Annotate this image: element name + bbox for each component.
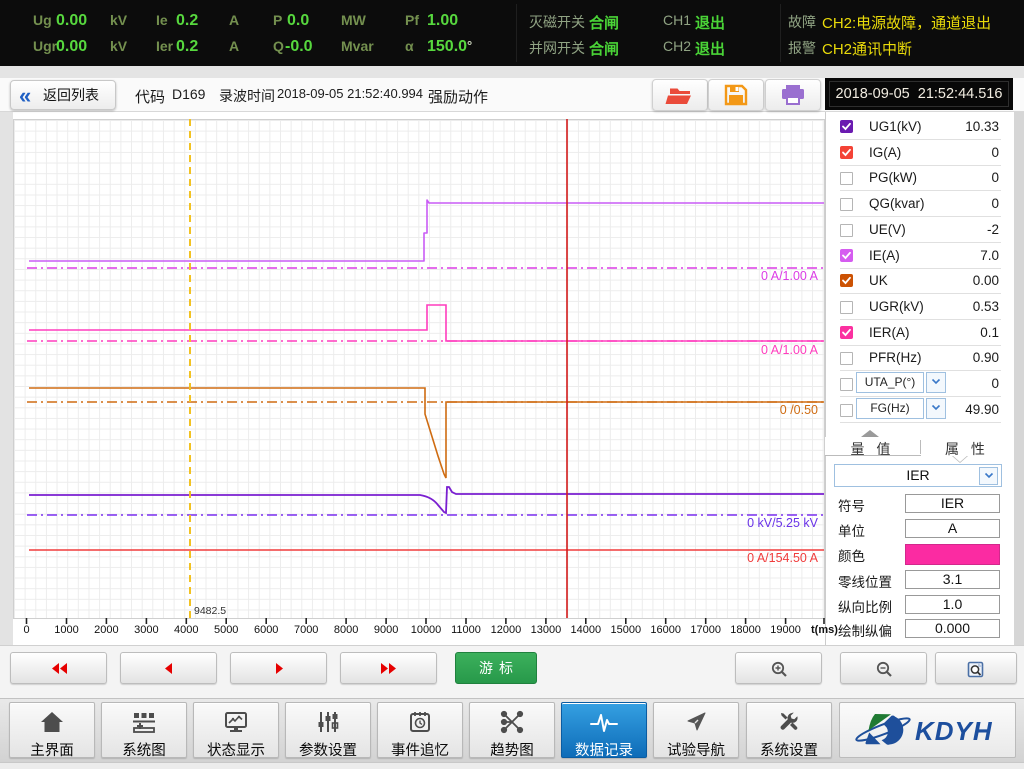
svg-text:19000: 19000 — [770, 624, 801, 636]
svg-text:0 A/1.00 A: 0 A/1.00 A — [761, 343, 819, 357]
svg-text:1000: 1000 — [54, 624, 78, 636]
svg-text:14000: 14000 — [571, 624, 602, 636]
svg-text:17000: 17000 — [690, 624, 721, 636]
svg-text:10000: 10000 — [411, 624, 442, 636]
svg-text:3000: 3000 — [134, 624, 158, 636]
svg-text:7000: 7000 — [294, 624, 318, 636]
svg-text:18000: 18000 — [730, 624, 761, 636]
svg-text:4000: 4000 — [174, 624, 198, 636]
svg-text:t(ms): t(ms) — [811, 624, 838, 636]
svg-text:9482.5: 9482.5 — [194, 605, 226, 617]
svg-text:8000: 8000 — [334, 624, 358, 636]
svg-text:12000: 12000 — [491, 624, 522, 636]
svg-text:0 A/1.00 A: 0 A/1.00 A — [761, 269, 819, 283]
svg-text:11000: 11000 — [451, 624, 481, 636]
svg-text:0 A/154.50 A: 0 A/154.50 A — [747, 551, 819, 565]
svg-text:6000: 6000 — [254, 624, 278, 636]
svg-text:0 kV/5.25 kV: 0 kV/5.25 kV — [747, 516, 819, 530]
svg-text:0: 0 — [23, 624, 29, 636]
svg-text:13000: 13000 — [531, 624, 562, 636]
svg-text:15000: 15000 — [611, 624, 642, 636]
svg-text:9000: 9000 — [374, 624, 398, 636]
svg-text:0 /0.50: 0 /0.50 — [780, 403, 818, 417]
svg-text:16000: 16000 — [650, 624, 681, 636]
svg-text:5000: 5000 — [214, 624, 238, 636]
svg-text:2000: 2000 — [94, 624, 118, 636]
